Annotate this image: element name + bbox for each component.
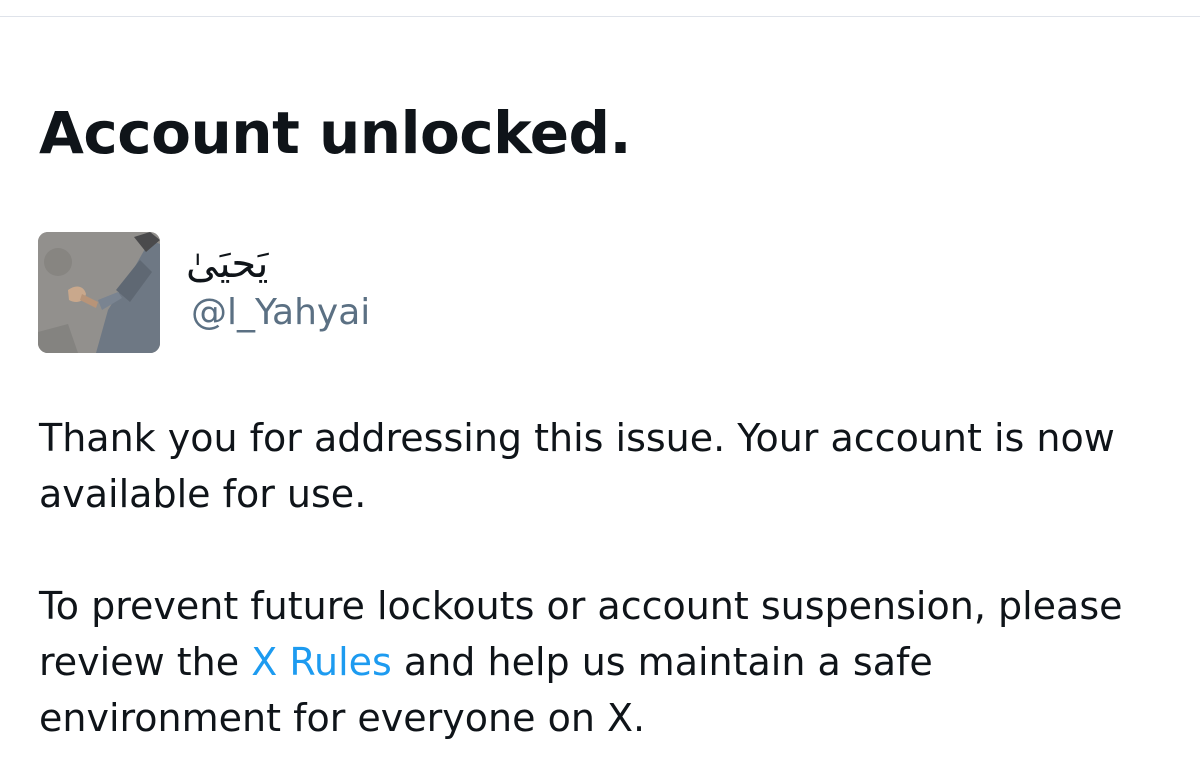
message-body: Thank you for addressing this issue. You…	[39, 410, 1179, 746]
x-rules-link[interactable]: X Rules	[251, 640, 392, 684]
top-divider	[0, 16, 1200, 17]
display-name[interactable]: يَحيَىٰ	[186, 240, 268, 288]
avatar[interactable]	[38, 232, 160, 353]
message-paragraph-1: Thank you for addressing this issue. You…	[39, 416, 1115, 516]
username-handle[interactable]: @l_Yahyai	[191, 290, 370, 336]
avatar-photo-icon	[38, 232, 160, 353]
message-paragraph-2: To prevent future lockouts or account su…	[39, 578, 1179, 746]
page-title: Account unlocked.	[39, 99, 632, 167]
